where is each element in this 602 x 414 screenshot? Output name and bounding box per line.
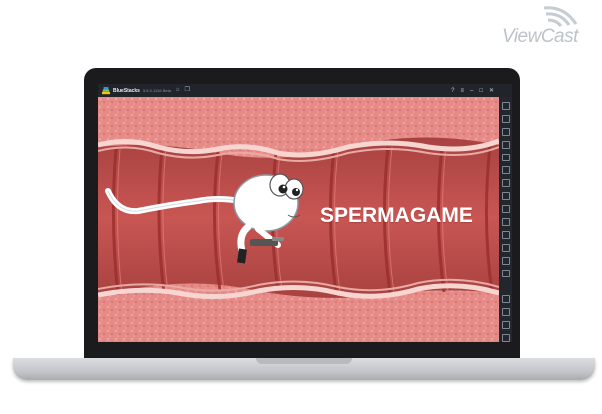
window-controls: ? ≡ – □ ✕ [445, 84, 494, 97]
watermark-text: ViewCast [502, 26, 578, 47]
keyboard-icon[interactable] [501, 153, 510, 162]
eco-mode-icon[interactable] [501, 256, 510, 265]
gamepad-icon[interactable] [501, 192, 510, 201]
laptop-notch [256, 358, 352, 364]
help-icon[interactable]: ? [451, 88, 454, 94]
home-icon[interactable]: ⌂ [176, 84, 180, 97]
game-title: SPERMAGAME [320, 204, 473, 227]
recents-icon[interactable] [501, 334, 510, 342]
multi-instance-icon[interactable]: ❐ [185, 84, 190, 97]
location-icon[interactable] [501, 243, 510, 252]
fullscreen-icon[interactable] [501, 102, 510, 110]
app-version: 5.6.0.1126 Beta [142, 88, 171, 93]
viewcast-watermark: ViewCast [500, 4, 596, 52]
sync-icon[interactable] [501, 269, 510, 278]
copy-icon[interactable] [501, 230, 510, 239]
settings-icon[interactable] [501, 295, 510, 304]
rotate-icon[interactable] [501, 179, 510, 188]
close-icon[interactable]: ✕ [489, 87, 494, 94]
signal-waves-icon [543, 6, 578, 28]
bluestacks-logo-icon [102, 86, 110, 94]
back-icon[interactable] [501, 308, 510, 317]
maximize-icon[interactable]: □ [479, 88, 483, 94]
volume-down-icon[interactable] [501, 127, 510, 136]
emulator-sidebar [499, 97, 512, 342]
volume-up-icon[interactable] [501, 114, 510, 123]
folder-icon[interactable] [501, 218, 510, 226]
screenshot-icon[interactable] [501, 166, 510, 175]
minimize-icon[interactable]: – [470, 88, 473, 94]
app-name: BlueStacks [113, 87, 140, 94]
screen-record-icon[interactable] [501, 140, 510, 149]
home-nav-icon[interactable] [501, 321, 510, 330]
macro-icon[interactable] [501, 205, 510, 214]
menu-icon[interactable]: ≡ [460, 88, 464, 94]
emulator-window: BlueStacks 5.6.0.1126 Beta ⌂ ❐ ? ≡ – □ ✕ [98, 84, 512, 342]
emulator-titlebar: BlueStacks 5.6.0.1126 Beta ⌂ ❐ ? ≡ – □ ✕ [98, 84, 512, 97]
game-viewport[interactable]: SPERMAGAME [98, 97, 499, 342]
